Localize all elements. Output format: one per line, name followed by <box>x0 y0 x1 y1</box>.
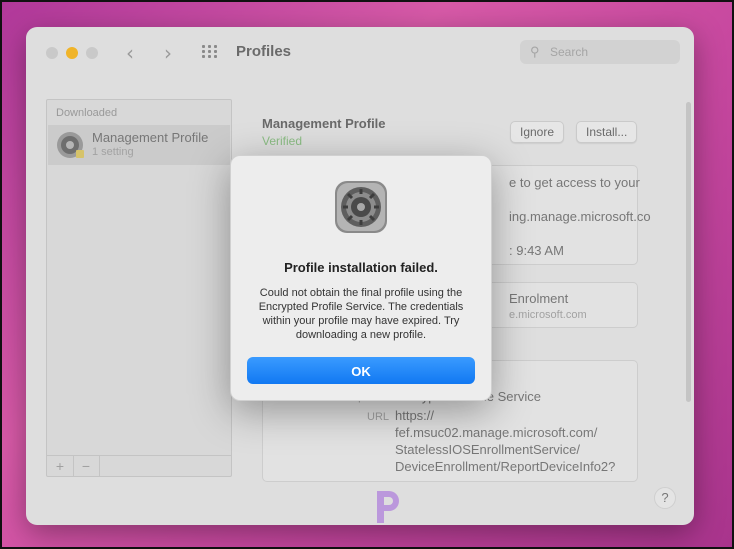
window-title: Profiles <box>236 43 292 60</box>
search-icon: ⚲ <box>530 44 540 59</box>
profiles-sidebar: Downloaded Management Profile 1 setting … <box>46 99 232 477</box>
install-button[interactable]: Install... <box>576 121 638 143</box>
minimize-window-button[interactable] <box>66 47 78 59</box>
remove-profile-button[interactable]: − <box>73 456 100 476</box>
search-placeholder: Search <box>550 45 589 59</box>
alert-message: Could not obtain the final profile using… <box>258 287 464 341</box>
enrolment-title: Enrolment <box>509 291 569 306</box>
ignore-button[interactable]: Ignore <box>510 121 565 143</box>
zoom-window-button[interactable] <box>86 47 98 59</box>
system-preferences-gear-icon <box>335 181 387 233</box>
sidebar-footer: + − <box>47 455 231 476</box>
back-chevron-icon[interactable]: ‹ <box>126 41 134 65</box>
ok-button[interactable]: OK <box>247 357 475 384</box>
url-line-3: StatelessIOSEnrollmentService/ <box>395 442 580 457</box>
close-window-button[interactable] <box>46 47 58 59</box>
scrollbar[interactable] <box>686 102 691 402</box>
help-button[interactable]: ? <box>654 487 676 509</box>
show-all-grid-icon[interactable] <box>202 45 220 59</box>
sidebar-section-label: Downloaded <box>56 107 118 119</box>
search-field[interactable]: ⚲ Search <box>520 40 680 64</box>
sidebar-item-label: Management Profile <box>92 130 209 145</box>
sidebar-item-management-profile[interactable]: Management Profile 1 setting <box>48 125 230 165</box>
profile-title: Management Profile <box>262 116 386 131</box>
add-profile-button[interactable]: + <box>47 456 74 476</box>
url-line-4: DeviceEnrollment/ReportDeviceInfo2? <box>395 459 616 474</box>
description-line-1: e to get access to your <box>509 175 640 190</box>
error-alert-dialog: Profile installation failed. Could not o… <box>230 155 492 401</box>
gear-icon <box>57 132 84 158</box>
alert-title: Profile installation failed. <box>284 260 438 275</box>
verified-status: Verified <box>262 134 303 148</box>
enrolment-subtitle: e.microsoft.com <box>509 309 587 321</box>
p-logo-watermark <box>377 491 399 523</box>
description-line-3: : 9:43 AM <box>509 243 564 258</box>
url-line-1: https:// <box>395 408 435 423</box>
description-line-2: ing.manage.microsoft.co <box>509 209 651 224</box>
forward-chevron-icon[interactable]: › <box>164 41 172 65</box>
sidebar-item-sublabel: 1 setting <box>92 146 134 158</box>
url-line-2: fef.msuc02.manage.microsoft.com/ <box>395 425 598 440</box>
details-url-label: URL <box>367 411 390 423</box>
titlebar: ‹ › Profiles ⚲ Search <box>26 27 694 79</box>
